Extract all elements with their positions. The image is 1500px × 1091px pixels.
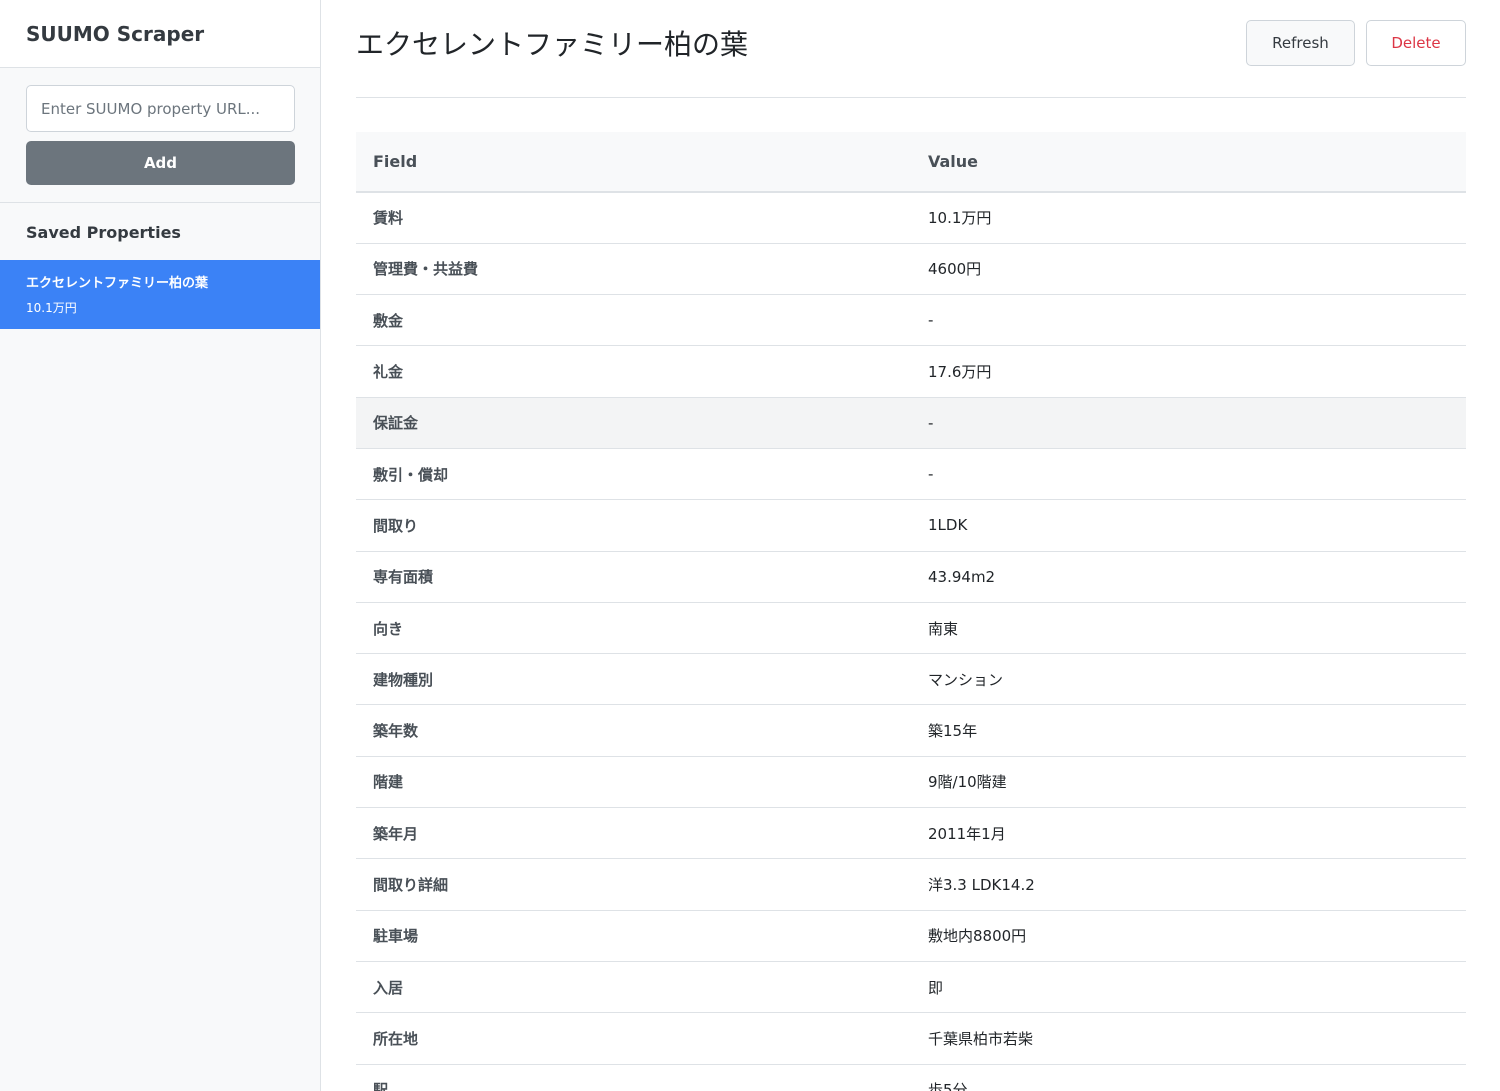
field-cell: 階建 <box>356 756 911 809</box>
field-cell: 向き <box>356 602 911 655</box>
value-column-header: Value <box>911 132 1466 193</box>
add-button[interactable]: Add <box>26 141 295 185</box>
property-url-input[interactable] <box>26 85 295 132</box>
field-cell: 間取り詳細 <box>356 858 911 911</box>
saved-properties-heading: Saved Properties <box>26 223 181 242</box>
value-cell: 洋3.3 LDK14.2 <box>911 858 1466 911</box>
field-cell: 所在地 <box>356 1012 911 1065</box>
value-cell: - <box>911 397 1466 449</box>
add-property-form: Add <box>0 68 320 203</box>
value-cell: 17.6万円 <box>911 345 1466 398</box>
value-cell: 43.94m2 <box>911 551 1466 603</box>
value-cell: 千葉県柏市若柴 <box>911 1012 1466 1065</box>
table-row: 保証金 - <box>356 397 1466 449</box>
table-row: 駅歩5分 <box>356 1064 1466 1091</box>
field-cell: 専有面積 <box>356 551 911 603</box>
app-root: SUUMO Scraper Add Saved Properties エクセレン… <box>0 0 1500 1091</box>
table-row: 専有面積 43.94m2 <box>356 551 1466 603</box>
table-row: 賃料 10.1万円 <box>356 192 1466 244</box>
table-row: 敷金 - <box>356 294 1466 347</box>
field-cell: 礼金 <box>356 345 911 398</box>
value-cell: 築15年 <box>911 704 1466 757</box>
value-cell: 4600円 <box>911 243 1466 296</box>
table-header-row: Field Value <box>356 132 1466 193</box>
table-row: 管理費・共益費 4600円 <box>356 243 1466 296</box>
value-cell: 10.1万円 <box>911 192 1466 244</box>
field-cell: 入居 <box>356 961 911 1014</box>
refresh-button[interactable]: Refresh <box>1246 19 1355 66</box>
field-cell: 敷引・償却 <box>356 448 911 501</box>
table-row: 間取り 1LDK <box>356 499 1466 552</box>
page-title: エクセレントファミリー柏の葉 <box>356 27 749 61</box>
field-cell: 敷金 <box>356 294 911 347</box>
table-row: 築年月 2011年1月 <box>356 807 1466 860</box>
table-row: 所在地 千葉県柏市若柴 <box>356 1012 1466 1065</box>
value-cell: 即 <box>911 961 1466 1014</box>
delete-button[interactable]: Delete <box>1366 19 1466 66</box>
saved-property-name: エクセレントファミリー柏の葉 <box>26 276 209 291</box>
field-cell: 駐車場 <box>356 910 911 962</box>
value-cell: 2011年1月 <box>911 807 1466 860</box>
sidebar-header: SUUMO Scraper <box>0 0 320 68</box>
field-cell: 賃料 <box>356 192 911 244</box>
field-cell: 建物種別 <box>356 653 911 706</box>
table-row: 礼金 17.6万円 <box>356 345 1466 398</box>
table-row: 間取り詳細 洋3.3 LDK14.2 <box>356 858 1466 911</box>
value-cell: 歩5分 <box>911 1064 1466 1091</box>
value-cell: 南東 <box>911 602 1466 655</box>
field-cell: 保証金 <box>356 397 911 449</box>
table-row: 駐車場 敷地内8800円 <box>356 910 1466 962</box>
table-row: 向き 南東 <box>356 602 1466 655</box>
app-title: SUUMO Scraper <box>26 21 205 46</box>
table-row: 階建 9階/10階建 <box>356 756 1466 809</box>
property-details-table: Field Value 賃料 10.1万円 管理費・共益費 4600円 敷金 - 礼金… <box>356 132 1466 1091</box>
field-cell: 築年月 <box>356 807 911 860</box>
table-row: 入居即 <box>356 961 1466 1014</box>
value-cell: - <box>911 294 1466 347</box>
main-content: エクセレントファミリー柏の葉 Refresh Delete Field Valu… <box>321 0 1500 1091</box>
value-cell: - <box>911 448 1466 501</box>
saved-property-price: 10.1万円 <box>26 301 77 315</box>
table-row: 築年数 築15年 <box>356 704 1466 757</box>
field-cell: 築年数 <box>356 704 911 757</box>
header-actions: Refresh Delete <box>1246 19 1466 66</box>
value-cell: マンション <box>911 653 1466 706</box>
field-cell: 駅 <box>356 1064 911 1091</box>
value-cell: 1LDK <box>911 499 1466 552</box>
value-cell: 9階/10階建 <box>911 756 1466 809</box>
field-column-header: Field <box>356 132 911 193</box>
value-cell: 敷地内8800円 <box>911 910 1466 962</box>
sidebar: SUUMO Scraper Add Saved Properties エクセレン… <box>0 0 321 1091</box>
page-header: エクセレントファミリー柏の葉 Refresh Delete <box>356 0 1466 98</box>
saved-property-item[interactable]: エクセレントファミリー柏の葉 10.1万円 <box>0 260 320 329</box>
field-cell: 間取り <box>356 499 911 552</box>
table-row: 建物種別 マンション <box>356 653 1466 706</box>
field-cell: 管理費・共益費 <box>356 243 911 296</box>
table-row: 敷引・償却 - <box>356 448 1466 501</box>
